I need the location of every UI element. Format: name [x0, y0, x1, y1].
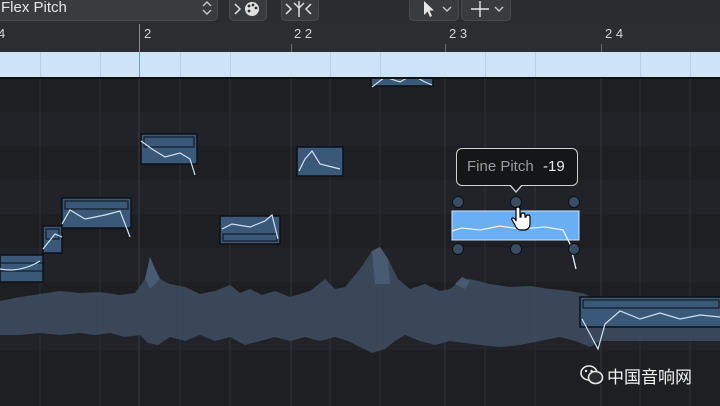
- flex-pitch-editor: Flex Pitch 4 2 2 2 2 3 2 4 Fine Pitch -1…: [0, 0, 720, 406]
- palette-icon: [234, 2, 259, 16]
- midi-in-button[interactable]: [229, 0, 267, 21]
- hand-cursor-icon: [511, 206, 531, 231]
- ruler-tick: [139, 24, 140, 52]
- flex-mode-label: Flex Pitch: [1, 0, 67, 16]
- watermark-text: 中国音响网: [607, 368, 692, 388]
- pitch-note[interactable]: [42, 225, 63, 254]
- ruler-label: 2 2: [294, 26, 313, 41]
- pitch-lanes: [0, 79, 720, 406]
- pitch-note[interactable]: [219, 213, 281, 245]
- pointer-icon: [424, 1, 452, 17]
- region-bar[interactable]: [0, 52, 720, 79]
- ruler-label: 2 3: [449, 26, 468, 41]
- fine-pitch-tooltip: Fine Pitch -19: [456, 148, 578, 193]
- chevron-updown-icon: [202, 1, 212, 15]
- pointer-tool-button[interactable]: [409, 0, 459, 21]
- region-beat-line: [640, 52, 641, 77]
- region-beat-line: [380, 52, 381, 77]
- pitch-note[interactable]: [0, 254, 44, 283]
- region-beat-line: [485, 52, 486, 77]
- pitch-note[interactable]: [370, 79, 434, 88]
- region-beat-line: [535, 52, 536, 77]
- bar-ruler[interactable]: 4 2 2 2 2 3 2 4: [0, 22, 720, 52]
- catch-button[interactable]: [281, 0, 319, 21]
- region-divider: [139, 52, 140, 77]
- region-beat-line: [100, 52, 101, 77]
- region-beat-line: [690, 52, 691, 77]
- region-beat-line: [230, 52, 231, 77]
- tooltip-label: Fine Pitch: [467, 158, 534, 175]
- ruler-tick: [445, 44, 446, 52]
- pitch-editor-area[interactable]: [0, 79, 720, 406]
- ruler-label: 4: [0, 26, 6, 41]
- region-beat-line: [40, 52, 41, 77]
- pitch-note[interactable]: [296, 146, 344, 177]
- flex-mode-select[interactable]: Flex Pitch: [0, 0, 218, 21]
- ruler-tick: [291, 44, 292, 52]
- wechat-icon: [580, 365, 604, 385]
- region-beat-line: [330, 52, 331, 77]
- ruler-label: 2 4: [605, 26, 624, 41]
- region-beat-line: [180, 52, 181, 77]
- catch-icon: [285, 1, 312, 17]
- editor-toolbar: Flex Pitch: [0, 0, 720, 23]
- ruler-tick: [601, 44, 602, 52]
- tooltip-arrow-inner: [510, 184, 522, 191]
- tooltip-value: -19: [543, 158, 565, 175]
- marquee-tool-button[interactable]: [461, 0, 511, 21]
- crosshair-icon: [471, 1, 504, 17]
- ruler-label: 2: [144, 26, 152, 41]
